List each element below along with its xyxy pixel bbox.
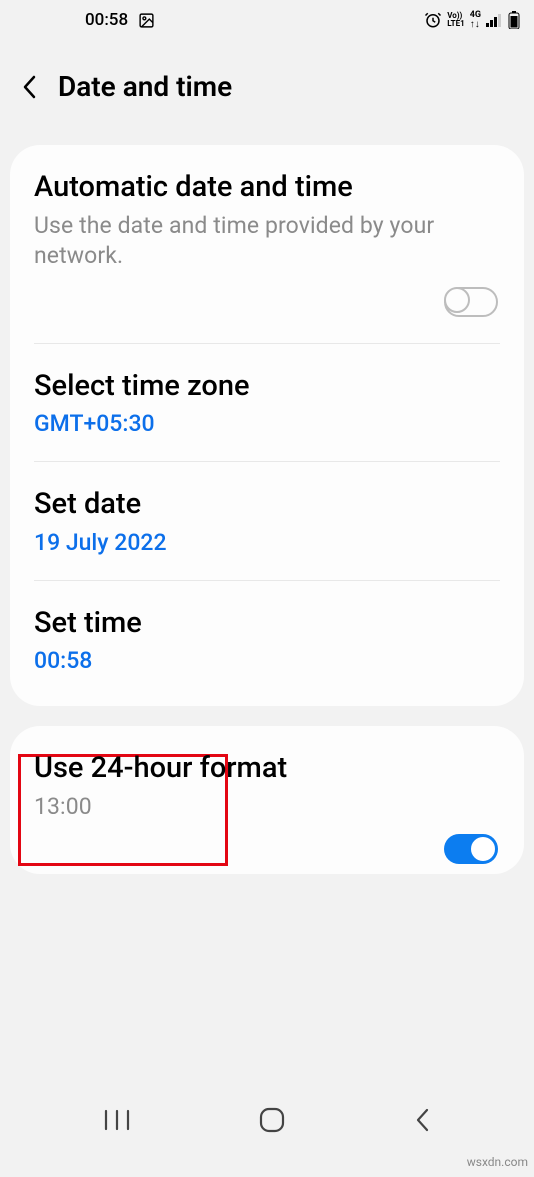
back-button[interactable] bbox=[20, 73, 38, 101]
hour24-toggle[interactable] bbox=[444, 834, 498, 864]
recents-button[interactable] bbox=[104, 1109, 130, 1135]
home-icon bbox=[259, 1107, 285, 1133]
network-icon: 4G↑↓ bbox=[470, 11, 481, 30]
picture-icon bbox=[138, 12, 155, 29]
automatic-date-time-row[interactable]: Automatic date and time Use the date and… bbox=[10, 145, 524, 287]
status-left: 00:58 bbox=[85, 10, 155, 30]
chevron-left-icon bbox=[414, 1107, 430, 1133]
watermark: wsxdn.com bbox=[467, 1155, 528, 1169]
signal-icon bbox=[486, 13, 503, 27]
recents-icon bbox=[104, 1109, 130, 1131]
time-title: Set time bbox=[34, 605, 500, 641]
set-time-row[interactable]: Set time 00:58 bbox=[10, 581, 524, 706]
volte-icon: Vo))LTE1 bbox=[447, 12, 465, 28]
settings-card-2: Use 24-hour format 13:00 bbox=[10, 726, 524, 874]
date-value: 19 July 2022 bbox=[34, 529, 500, 556]
automatic-subtitle: Use the date and time provided by your n… bbox=[34, 211, 500, 271]
toggle-knob bbox=[444, 287, 470, 313]
header: Date and time bbox=[0, 40, 534, 145]
status-time: 00:58 bbox=[85, 10, 128, 30]
toggle-knob bbox=[470, 836, 496, 862]
navigation-bar bbox=[0, 1097, 534, 1147]
hour24-subtitle: 13:00 bbox=[34, 792, 500, 822]
date-title: Set date bbox=[34, 486, 500, 522]
status-right: Vo))LTE1 4G↑↓ bbox=[424, 11, 520, 30]
set-date-row[interactable]: Set date 19 July 2022 bbox=[10, 462, 524, 579]
select-timezone-row[interactable]: Select time zone GMT+05:30 bbox=[10, 344, 524, 461]
battery-icon bbox=[508, 11, 520, 29]
use-24h-row[interactable]: Use 24-hour format 13:00 bbox=[10, 726, 524, 834]
automatic-toggle[interactable] bbox=[444, 287, 498, 317]
timezone-value: GMT+05:30 bbox=[34, 410, 500, 437]
hour24-title: Use 24-hour format bbox=[34, 750, 500, 786]
nav-back-button[interactable] bbox=[414, 1107, 430, 1137]
settings-card: Automatic date and time Use the date and… bbox=[10, 145, 524, 706]
chevron-left-icon bbox=[22, 75, 36, 99]
status-bar: 00:58 Vo))LTE1 4G↑↓ bbox=[0, 0, 534, 40]
time-value: 00:58 bbox=[34, 647, 500, 674]
timezone-title: Select time zone bbox=[34, 368, 500, 404]
home-button[interactable] bbox=[259, 1107, 285, 1137]
alarm-icon bbox=[424, 11, 442, 29]
page-title: Date and time bbox=[58, 70, 232, 103]
automatic-title: Automatic date and time bbox=[34, 169, 500, 205]
